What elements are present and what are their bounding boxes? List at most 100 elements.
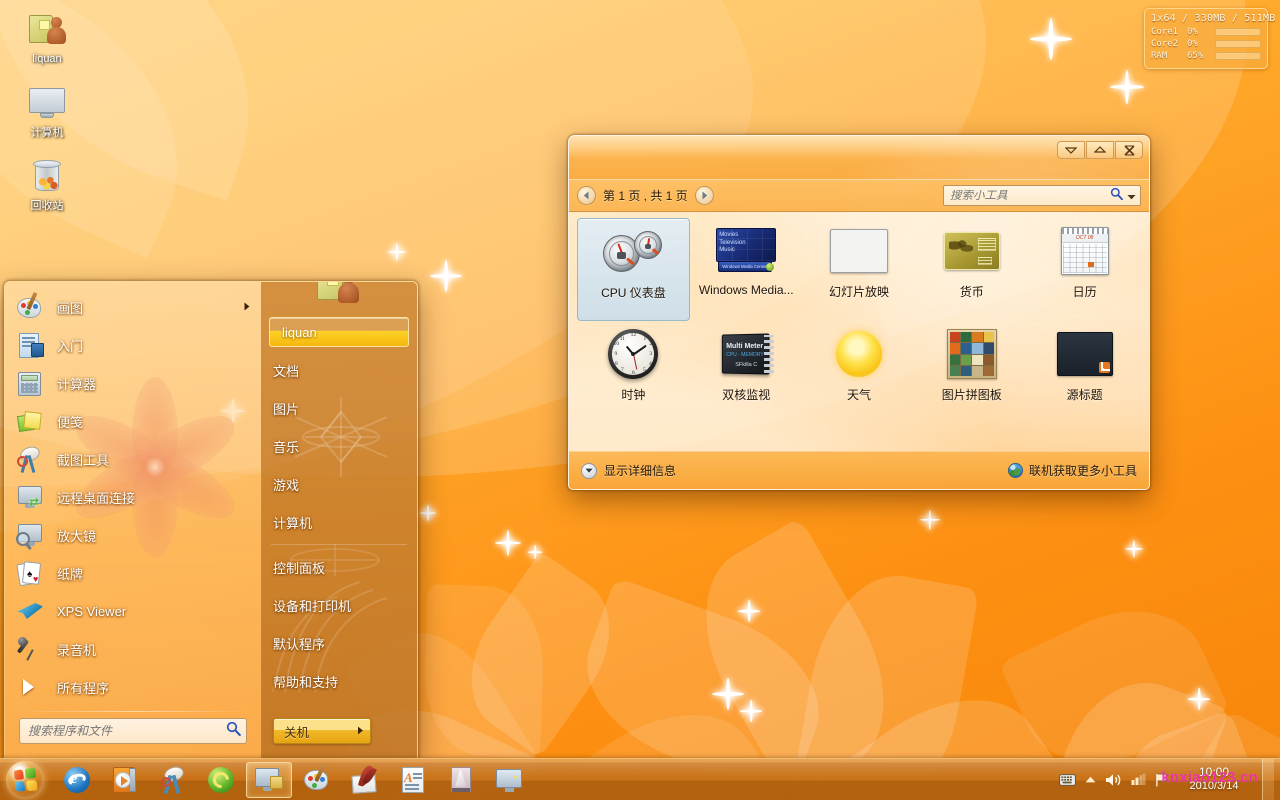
start-menu-place-computer[interactable]: 计算机 [261, 503, 417, 541]
wallpaper-sparkle [420, 505, 436, 521]
gadget-item-multimeter[interactable]: Multi Meter CPU · MEMORY SFkilla C 双核监视 [690, 321, 803, 424]
tray-keyboard-icon[interactable] [1059, 773, 1076, 786]
start-menu-item-getting-started[interactable]: 入门 [5, 326, 262, 364]
taskbar-vm-app[interactable]: ✦ [486, 762, 532, 798]
get-more-gadgets-label: 联机获取更多小工具 [1028, 464, 1137, 478]
gadget-item-media-center[interactable]: Movies Television Music Windows Media Ce… [690, 218, 803, 321]
gadget-item-picture-puzzle[interactable]: 图片拼图板 [915, 321, 1028, 424]
start-menu-item-snipping-tool[interactable]: 截图工具 [5, 440, 262, 478]
taskbar-internet-explorer[interactable]: e [54, 762, 100, 798]
desktop-icon-list: liquan 计算机 回收站 [8, 8, 94, 229]
desktop-icon-computer[interactable]: 计算机 [8, 82, 86, 140]
search-icon [1110, 187, 1123, 205]
tray-network-icon[interactable] [1131, 773, 1146, 786]
desktop-icon-recycle-bin[interactable]: 回收站 [8, 155, 86, 213]
taskbar-button-list: e A ✦ [50, 761, 532, 798]
gadget-item-weather[interactable]: 天气 [803, 321, 916, 424]
taskbar-clock[interactable]: 10:00 2010/3/14 [1177, 765, 1251, 794]
start-menu-place-control-panel[interactable]: 控制面板 [261, 548, 417, 586]
user-name-button[interactable]: liquan [269, 317, 409, 347]
gadget-label: CPU 仪表盘 [601, 286, 666, 300]
next-page-button[interactable] [694, 186, 714, 205]
snipping-tool-icon [15, 444, 45, 474]
remote-desktop-icon: ⇄ [15, 482, 45, 512]
taskbar-paint[interactable] [294, 762, 340, 798]
start-menu-item-label: 所有程序 [57, 680, 110, 696]
prev-page-button[interactable] [577, 186, 596, 205]
start-menu-item-xps-viewer[interactable]: XPS Viewer [5, 592, 262, 630]
paint-icon [302, 763, 332, 795]
gadget-item-feed-headlines[interactable]: 源标题 [1028, 321, 1141, 424]
gadget-window-titlebar[interactable] [569, 136, 1149, 337]
start-menu-place-music[interactable]: 音乐 [261, 427, 417, 465]
desktop-icon-user-folder[interactable]: liquan [8, 8, 86, 66]
chevron-down-icon[interactable] [1127, 187, 1136, 205]
close-button[interactable] [1115, 141, 1143, 159]
windows-media-player-icon [110, 765, 140, 795]
start-menu-place-help-support[interactable]: 帮助和支持 [261, 662, 417, 700]
start-menu-item-magnifier[interactable]: 放大镜 [5, 516, 262, 554]
gadget-item-cpu-meter[interactable]: CPU 仪表盘 [577, 218, 690, 321]
taskbar-refresh-app[interactable] [198, 762, 244, 798]
start-menu-place-documents[interactable]: 文档 [261, 351, 417, 389]
taskbar-windows-media-player[interactable] [102, 762, 148, 798]
start-menu-item-label: 画图 [57, 300, 84, 316]
tray-volume-icon[interactable] [1105, 773, 1122, 787]
start-menu-item-paint[interactable]: 画图 [5, 288, 262, 326]
taskbar-feather-app[interactable] [342, 762, 388, 798]
start-menu-item-remote-desktop[interactable]: ⇄ 远程桌面连接 [5, 478, 262, 516]
start-menu-place-games[interactable]: 游戏 [261, 465, 417, 503]
slideshow-thumb [829, 227, 889, 275]
chevron-right-icon[interactable] [357, 722, 364, 740]
start-menu-item-label: 计算器 [57, 376, 97, 392]
gadget-item-calendar[interactable]: OCT 08 日历 [1028, 218, 1141, 321]
sysmon-row: Core1 0% [1151, 27, 1261, 37]
gadget-label: 双核监视 [722, 388, 771, 402]
start-menu-item-solitaire[interactable]: ♠ ♥ 纸牌 [5, 554, 262, 592]
start-menu-place-devices-printers[interactable]: 设备和打印机 [261, 586, 417, 624]
minimize-button[interactable] [1057, 141, 1085, 159]
gadget-search-input[interactable] [950, 189, 1107, 202]
show-details-button[interactable]: 显示详细信息 [581, 462, 676, 479]
taskbar-book-app[interactable] [438, 762, 484, 798]
taskbar-snipping-tool[interactable] [150, 762, 196, 798]
gadget-search-box[interactable] [943, 185, 1141, 206]
sysmon-header: 1x64 / 330MB / 511MB [1151, 13, 1276, 24]
start-menu-item-sound-recorder[interactable]: 录音机 [5, 630, 262, 668]
clock-date: 2010/3/14 [1189, 780, 1239, 793]
wallpaper-sparkle [1110, 70, 1144, 104]
system-monitor-gadget[interactable]: 1x64 / 330MB / 511MB Core1 0% Core2 0% R… [1144, 8, 1276, 69]
show-desktop-button[interactable] [1262, 758, 1274, 800]
gadget-label: 图片拼图板 [941, 388, 1002, 402]
start-menu-search-input[interactable] [28, 724, 226, 738]
shutdown-button[interactable]: 关机 [273, 718, 371, 744]
start-menu-item-label: 截图工具 [57, 452, 110, 468]
taskbar[interactable]: e A ✦ 10:00 2010/3/14 [0, 758, 1280, 800]
start-menu-place-default-programs[interactable]: 默认程序 [261, 624, 417, 662]
get-more-gadgets-link[interactable]: 联机获取更多小工具 [1007, 462, 1137, 479]
start-menu-item-sticky-notes[interactable]: 便笺 [5, 402, 262, 440]
sysmon-row: RAM 65% [1151, 51, 1261, 61]
start-button[interactable] [0, 760, 50, 800]
start-menu-item-calculator[interactable]: 计算器 [5, 364, 262, 402]
user-avatar[interactable] [261, 282, 417, 310]
desktop[interactable]: liquan 计算机 回收站 1x64 / 330MB / 511MB Core… [0, 0, 1280, 800]
start-menu[interactable]: 画图 入门 计算器 便笺 截图工具 ⇄ 远程桌面连接 放大镜 ♠ ♥ 纸牌 XP… [4, 281, 418, 758]
display-settings-icon [254, 765, 284, 795]
gadget-item-clock[interactable]: 12 3 6 9 1 2 4 5 7 8 10 11 时钟 [577, 321, 690, 424]
tray-action-center-icon[interactable] [1155, 773, 1168, 787]
gadget-item-currency[interactable]: 货币 [915, 218, 1028, 321]
start-menu-item-all-programs[interactable]: 所有程序 [5, 668, 262, 706]
gadget-gallery-window[interactable]: 第 1 页 , 共 1 页 搜索小工具 CPU 仪表盘 Movies Telev… [568, 135, 1150, 490]
gadget-item-slideshow[interactable]: 幻灯片放映 [803, 218, 916, 321]
start-menu-item-label: 便笺 [57, 414, 84, 430]
tray-show-hidden-icon[interactable] [1085, 776, 1096, 783]
restore-button[interactable] [1086, 141, 1114, 159]
gadget-label: 幻灯片放映 [828, 285, 889, 299]
taskbar-wordpad[interactable]: A [390, 762, 436, 798]
taskbar-control-panel[interactable] [246, 761, 292, 798]
start-menu-search-box[interactable] [19, 718, 247, 744]
start-menu-place-pictures[interactable]: 图片 [261, 389, 417, 427]
document-a-icon: A [398, 765, 428, 795]
snipping-tool-icon [158, 763, 188, 795]
